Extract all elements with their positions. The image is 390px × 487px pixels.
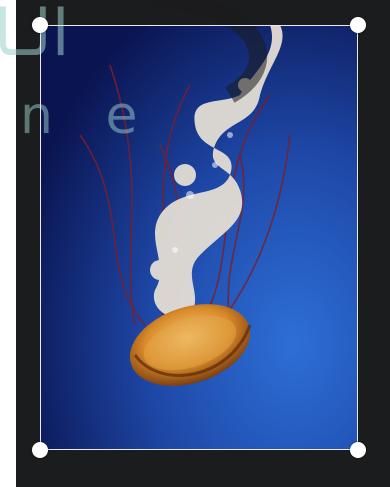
crop-handle-top-left[interactable]: [32, 17, 48, 33]
crop-handle-bottom-left[interactable]: [32, 442, 48, 458]
left-panel-edge: [0, 0, 16, 487]
crop-handle-top-right[interactable]: [350, 17, 366, 33]
crop-handle-bottom-right[interactable]: [350, 442, 366, 458]
crop-frame[interactable]: [40, 25, 358, 450]
